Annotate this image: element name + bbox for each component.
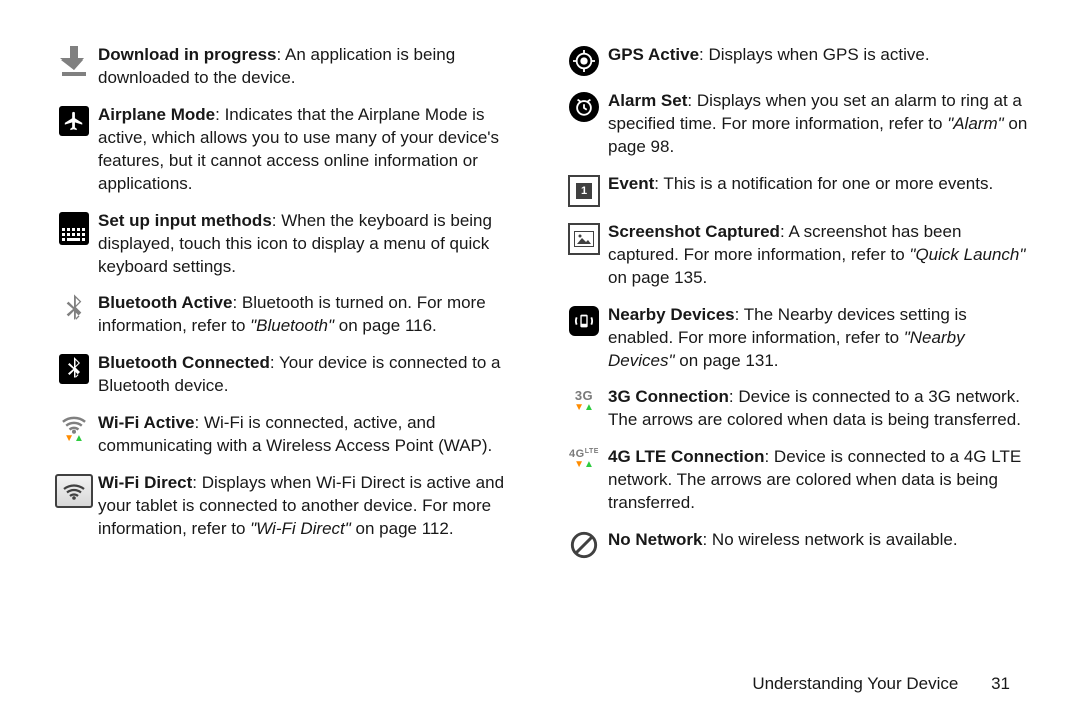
gps-active-icon	[560, 44, 608, 76]
entry-text: 4G LTE Connection: Device is connected t…	[608, 446, 1030, 515]
entry-text: Wi-Fi Active: Wi-Fi is connected, active…	[98, 412, 520, 458]
entry-reference: "Alarm"	[947, 114, 1003, 133]
entry-text: No Network: No wireless network is avail…	[608, 529, 1030, 559]
entry-text: Alarm Set: Displays when you set an alar…	[608, 90, 1030, 159]
entry: 4GLTE▼▲ 4G LTE Connection: Device is con…	[560, 446, 1030, 515]
entry: Bluetooth Active: Bluetooth is turned on…	[50, 292, 520, 338]
keyboard-icon	[50, 210, 98, 279]
event-icon: 1	[560, 173, 608, 207]
entry: ▼▲ Wi-Fi Active: Wi-Fi is connected, act…	[50, 412, 520, 458]
entry: Wi-Fi Direct: Displays when Wi-Fi Direct…	[50, 472, 520, 541]
entry-title: Event	[608, 174, 654, 193]
entry-title: No Network	[608, 530, 702, 549]
alarm-set-icon	[560, 90, 608, 159]
entry-text: 3G Connection: Device is connected to a …	[608, 386, 1030, 432]
airplane-mode-icon	[50, 104, 98, 196]
entry-title: Screenshot Captured	[608, 222, 780, 241]
entry-title: GPS Active	[608, 45, 699, 64]
entry: Set up input methods: When the keyboard …	[50, 210, 520, 279]
entry-title: 4G LTE Connection	[608, 447, 764, 466]
entry: GPS Active: Displays when GPS is active.	[560, 44, 1030, 76]
entry-text: Download in progress: An application is …	[98, 44, 520, 90]
screenshot-captured-icon	[560, 221, 608, 290]
entry: Airplane Mode: Indicates that the Airpla…	[50, 104, 520, 196]
entry: 1 Event: This is a notification for one …	[560, 173, 1030, 207]
download-progress-icon	[50, 44, 98, 90]
entry-page-ref: on page 112.	[356, 519, 454, 538]
entry: Download in progress: An application is …	[50, 44, 520, 90]
entry-title: Bluetooth Connected	[98, 353, 270, 372]
entry-description: : Displays when GPS is active.	[699, 45, 930, 64]
entry: Screenshot Captured: A screenshot has be…	[560, 221, 1030, 290]
page-footer: Understanding Your Device 31	[752, 674, 1010, 694]
entry-text: Screenshot Captured: A screenshot has be…	[608, 221, 1030, 290]
left-column: Download in progress: An application is …	[50, 44, 520, 720]
entry-page-ref: on page 116.	[339, 316, 437, 335]
entry-title: Airplane Mode	[98, 105, 215, 124]
entry: Alarm Set: Displays when you set an alar…	[560, 90, 1030, 159]
entry-title: Wi-Fi Active	[98, 413, 195, 432]
entry-title: Set up input methods	[98, 211, 272, 230]
3g-connection-icon: 3G▼▲	[560, 386, 608, 432]
entry-page-ref: on page 131.	[679, 351, 778, 370]
section-title: Understanding Your Device	[752, 674, 958, 693]
entry-title: Download in progress	[98, 45, 277, 64]
entry-text: Set up input methods: When the keyboard …	[98, 210, 520, 279]
entry-title: 3G Connection	[608, 387, 729, 406]
wifi-active-icon: ▼▲	[50, 412, 98, 458]
no-network-icon	[560, 529, 608, 559]
entry-title: Nearby Devices	[608, 305, 735, 324]
entry-reference: "Quick Launch"	[909, 245, 1025, 264]
entry-text: Bluetooth Active: Bluetooth is turned on…	[98, 292, 520, 338]
entry-page-ref: on page 135.	[608, 268, 707, 287]
entry-title: Wi-Fi Direct	[98, 473, 192, 492]
entry-text: Airplane Mode: Indicates that the Airpla…	[98, 104, 520, 196]
entry-text: Event: This is a notification for one or…	[608, 173, 1030, 207]
entry: No Network: No wireless network is avail…	[560, 529, 1030, 559]
entry: 3G▼▲ 3G Connection: Device is connected …	[560, 386, 1030, 432]
entry-description: : No wireless network is available.	[702, 530, 957, 549]
entry-reference: "Bluetooth"	[250, 316, 334, 335]
entry-reference: "Wi-Fi Direct"	[250, 519, 351, 538]
entry-title: Bluetooth Active	[98, 293, 232, 312]
entry-text: Bluetooth Connected: Your device is conn…	[98, 352, 520, 398]
page: Download in progress: An application is …	[0, 0, 1080, 720]
entry: Bluetooth Connected: Your device is conn…	[50, 352, 520, 398]
entry: Nearby Devices: The Nearby devices setti…	[560, 304, 1030, 373]
bluetooth-active-icon	[50, 292, 98, 338]
nearby-devices-icon	[560, 304, 608, 373]
entry-text: Wi-Fi Direct: Displays when Wi-Fi Direct…	[98, 472, 520, 541]
4g-lte-connection-icon: 4GLTE▼▲	[560, 446, 608, 515]
page-number: 31	[991, 674, 1010, 693]
wifi-direct-icon	[50, 472, 98, 541]
bluetooth-connected-icon	[50, 352, 98, 398]
entry-text: GPS Active: Displays when GPS is active.	[608, 44, 1030, 76]
entry-description: : This is a notification for one or more…	[654, 174, 993, 193]
entry-title: Alarm Set	[608, 91, 687, 110]
right-column: GPS Active: Displays when GPS is active.…	[560, 44, 1030, 720]
entry-text: Nearby Devices: The Nearby devices setti…	[608, 304, 1030, 373]
